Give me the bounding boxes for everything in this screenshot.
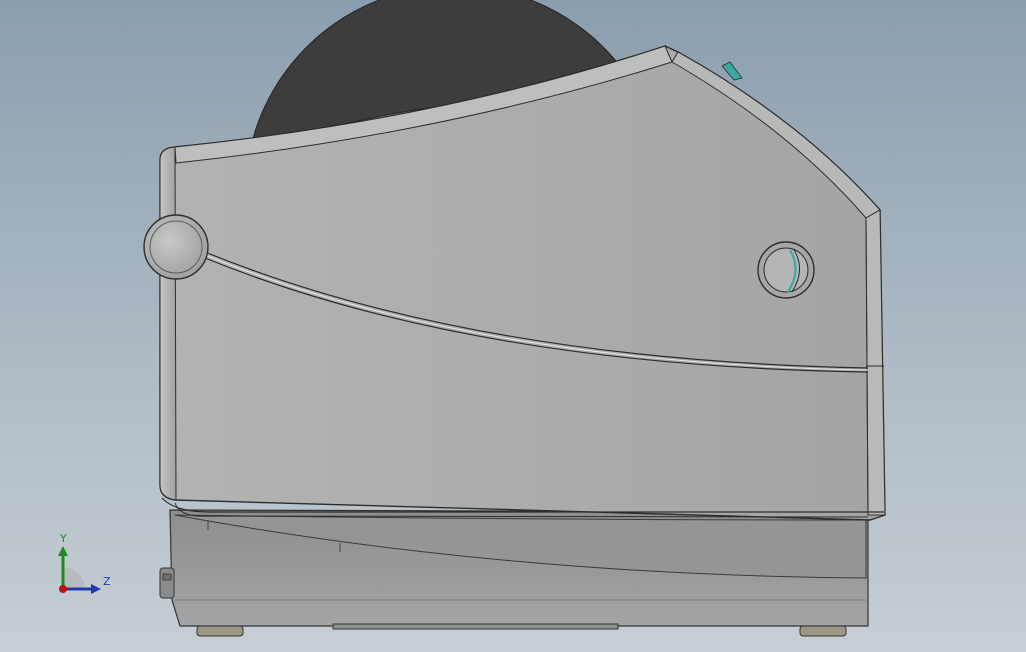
bottom-slot xyxy=(332,623,619,630)
triad-z-label: Z xyxy=(103,575,111,588)
axis-triad: Y Z xyxy=(48,530,118,600)
hinge-knob xyxy=(143,214,209,280)
foot-left xyxy=(196,625,244,637)
front-edge xyxy=(865,209,886,516)
triad-plane xyxy=(63,567,85,589)
triad-y-label: Y xyxy=(60,532,67,545)
printer-model[interactable] xyxy=(0,0,1026,652)
top-indicator xyxy=(721,61,743,81)
foot-right xyxy=(799,625,847,637)
rear-edge xyxy=(159,146,177,501)
graphics-viewport[interactable]: Y Z xyxy=(0,0,1026,652)
triad-x-axis xyxy=(59,585,67,593)
rear-connector xyxy=(159,567,175,599)
